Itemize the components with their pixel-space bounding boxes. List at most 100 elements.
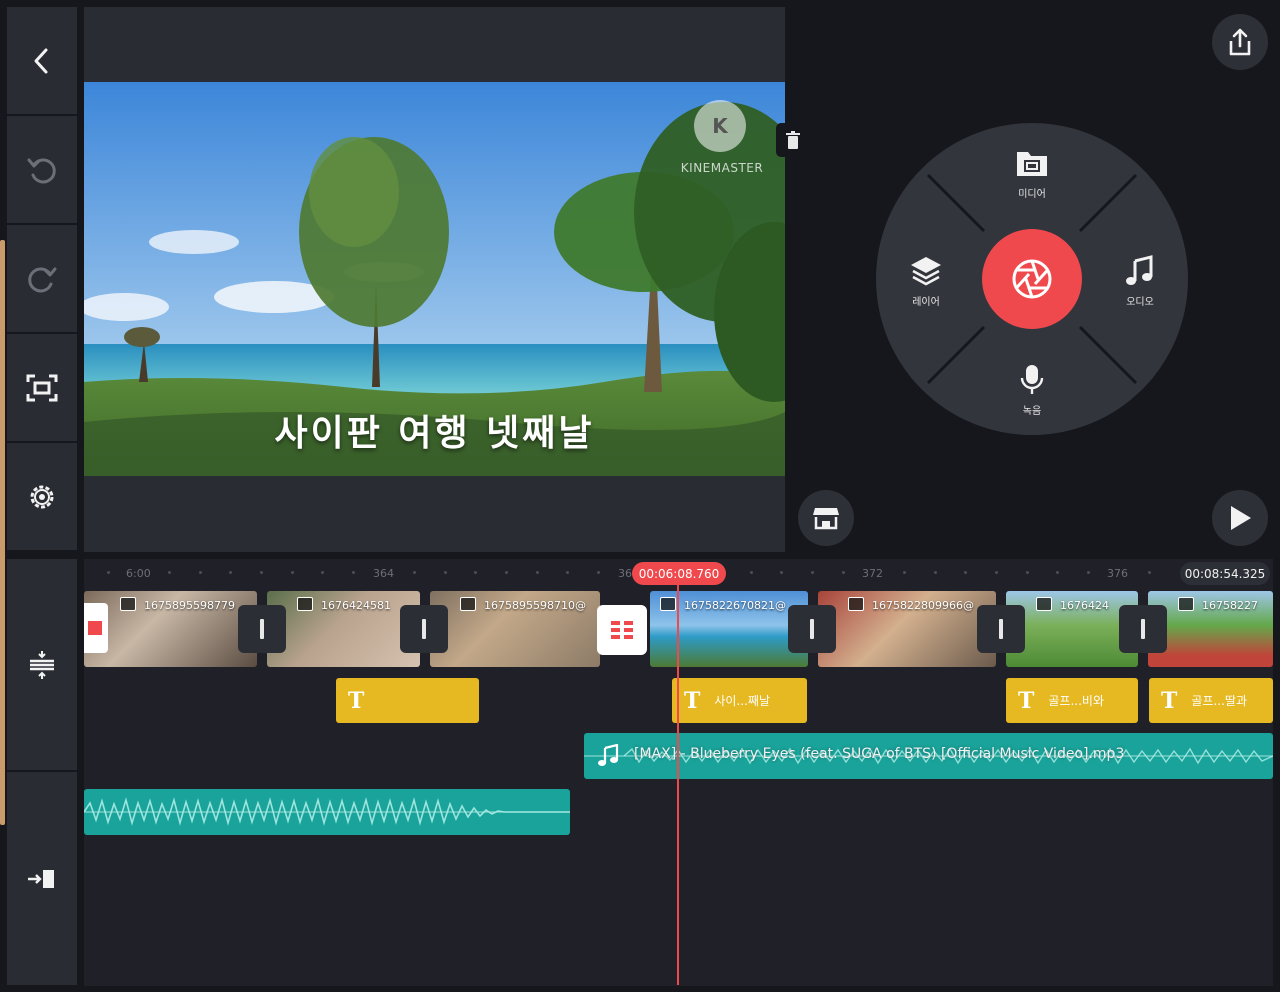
ruler-label: 372: [862, 567, 883, 580]
title-overlay-text[interactable]: 사이판 여행 넷째날: [84, 404, 785, 456]
timeline-expand-icon: [30, 650, 54, 679]
video-clip[interactable]: 1676424581: [267, 591, 420, 667]
undo-button[interactable]: [7, 116, 77, 223]
ruler-dot: [811, 571, 814, 574]
ruler-dot: [566, 571, 569, 574]
play-icon: [1231, 506, 1251, 530]
text-clip-label: 골프...딸과: [1191, 694, 1247, 708]
delete-layer-button[interactable]: [776, 123, 810, 157]
video-clip[interactable]: 1675822809966@: [818, 591, 996, 667]
playhead-line[interactable]: [677, 585, 679, 985]
ruler-label: 6:00: [126, 567, 151, 580]
ruler-dot: [352, 571, 355, 574]
video-clip[interactable]: 1675822670821@: [650, 591, 808, 667]
settings-button[interactable]: [7, 443, 77, 550]
clip-label: 1676424581: [321, 599, 391, 612]
audio-button[interactable]: 오디오: [1109, 253, 1171, 313]
ruler-dot: [321, 571, 324, 574]
image-icon: [120, 597, 136, 611]
ruler-dot: [444, 571, 447, 574]
play-button[interactable]: [1212, 490, 1268, 546]
jump-to-start-icon: [28, 869, 54, 888]
music-note-icon: [598, 744, 619, 766]
image-icon: [660, 597, 676, 611]
layer-label: 레이어: [912, 297, 940, 308]
clip-label: 16758227: [1202, 599, 1258, 612]
ruler-dot: [597, 571, 600, 574]
ruler-dot: [750, 571, 753, 574]
ruler-dot: [474, 571, 477, 574]
text-icon: T: [684, 687, 701, 714]
image-icon: [460, 597, 476, 611]
ruler-dot: [199, 571, 202, 574]
ruler-label: 364: [373, 567, 394, 580]
redo-button[interactable]: [7, 225, 77, 332]
clip-start-icon: [88, 621, 102, 635]
transition-button[interactable]: [400, 605, 448, 653]
text-clip-label: 골프...비와: [1048, 694, 1104, 708]
store-icon: [813, 508, 839, 530]
clip-label: 1675895598779: [144, 599, 235, 612]
transition-button[interactable]: [238, 605, 286, 653]
asset-store-button[interactable]: [798, 490, 854, 546]
voice-waveform: [84, 797, 570, 827]
fit-screen-button[interactable]: [7, 334, 77, 441]
ruler-dot: [291, 571, 294, 574]
ruler-dot: [842, 571, 845, 574]
timeline-expand-button[interactable]: [7, 559, 77, 770]
text-layer-clip[interactable]: T 골프...비와: [1006, 678, 1138, 723]
transition-button[interactable]: [977, 605, 1025, 653]
clip-label: 1675895598710@: [484, 599, 586, 612]
transition-button[interactable]: [788, 605, 836, 653]
left-accent-bar: [0, 240, 5, 825]
jump-to-start-button[interactable]: [7, 772, 77, 985]
ruler-dot: [107, 571, 110, 574]
fit-screen-icon: [26, 374, 58, 401]
transition-selected-button[interactable]: [597, 605, 647, 655]
ruler-dot: [995, 571, 998, 574]
ruler-dot: [964, 571, 967, 574]
ruler-dot: [260, 571, 263, 574]
export-button[interactable]: [1212, 14, 1268, 70]
undo-icon: [27, 157, 56, 183]
record-label: 녹음: [1022, 406, 1042, 417]
video-clip[interactable]: 1675895598779: [84, 591, 257, 667]
media-folder-icon: [1017, 152, 1047, 176]
ruler-dot: [229, 571, 232, 574]
back-icon: [34, 48, 48, 73]
text-layer-clip[interactable]: T 사이...째날: [672, 678, 807, 723]
video-clip[interactable]: 1675895598710@: [430, 591, 600, 667]
audio-label: 오디오: [1126, 297, 1154, 308]
text-layer-clip[interactable]: T 골프...딸과: [1149, 678, 1273, 723]
ruler-dot: [1026, 571, 1029, 574]
ruler-dot: [1148, 571, 1151, 574]
ruler-dot: [780, 571, 783, 574]
clip-label: 1676424: [1060, 599, 1109, 612]
voice-audio-clip[interactable]: [84, 789, 570, 835]
current-time-badge: 00:06:08.760: [632, 562, 726, 585]
camera-shutter-icon: [1012, 259, 1052, 299]
video-preview[interactable]: K KINEMASTER 사이판 여행 넷째날: [84, 82, 785, 476]
total-duration-badge: 00:08:54.325: [1180, 562, 1270, 585]
layer-button[interactable]: 레이어: [895, 253, 957, 313]
music-note-icon: [1126, 255, 1153, 285]
svg-text:K: K: [712, 114, 729, 138]
layers-icon: [911, 257, 941, 286]
text-layer-clip[interactable]: T: [336, 678, 479, 723]
text-clip-label: 사이...째날: [714, 694, 770, 708]
camera-capture-button[interactable]: [982, 229, 1082, 329]
redo-icon: [28, 266, 57, 292]
music-audio-clip[interactable]: [MAX] - Blueberry Eyes (feat. SUGA of BT…: [584, 733, 1273, 779]
share-export-icon: [1229, 28, 1251, 56]
media-button[interactable]: 미디어: [1001, 145, 1063, 205]
clip-label: 1675822670821@: [684, 599, 786, 612]
ruler-dot: [903, 571, 906, 574]
voice-record-button[interactable]: 녹음: [1001, 362, 1063, 422]
ruler-dot: [505, 571, 508, 574]
media-label: 미디어: [1018, 189, 1046, 200]
transition-button[interactable]: [1119, 605, 1167, 653]
ruler-dot: [1087, 571, 1090, 574]
image-icon: [1178, 597, 1194, 611]
ruler-label: 36: [618, 567, 632, 580]
back-button[interactable]: [7, 7, 77, 114]
